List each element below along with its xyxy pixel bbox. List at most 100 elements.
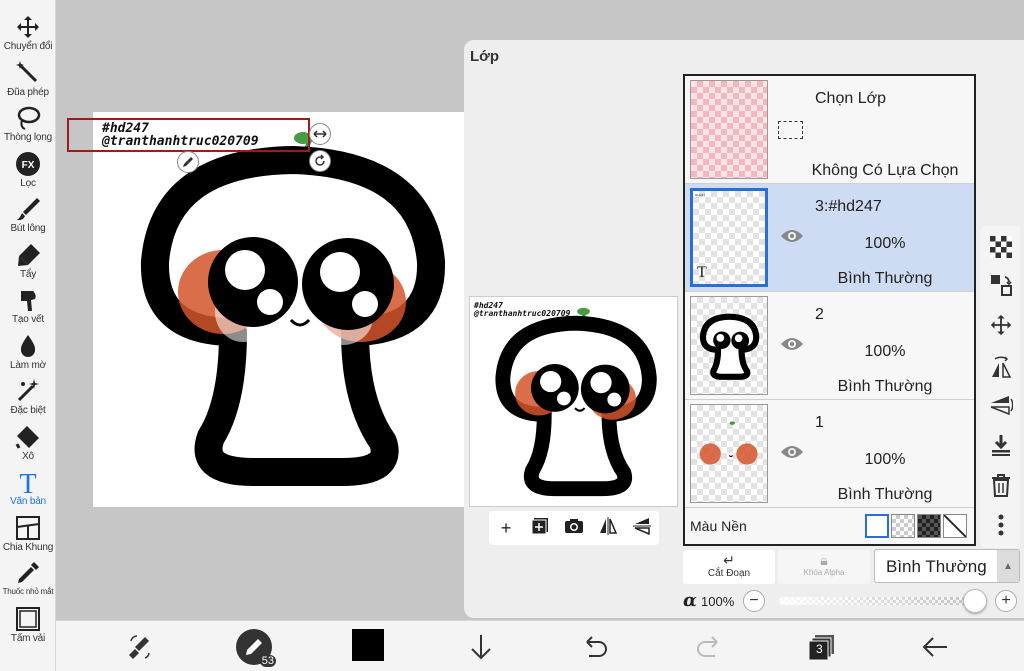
canvas-text-line-2[interactable]: @tranthanhtruc020709 xyxy=(102,134,259,149)
opacity-slider[interactable] xyxy=(779,597,975,605)
flip-horizontal-button[interactable] xyxy=(988,354,1014,380)
tool-label: Đũa phép xyxy=(7,87,49,98)
tool-label: Chuyển đổi xyxy=(3,41,53,52)
tool-smudge[interactable]: Tạo vết xyxy=(0,285,56,330)
layer-list: Chọn Lớp Không Có Lựa Chọn #hd247 T 3:#h… xyxy=(683,74,976,546)
tool-text[interactable]: T Văn bản xyxy=(0,467,56,512)
tool-canvas[interactable]: Tấm vải xyxy=(0,604,56,649)
tool-label: Tạo vết xyxy=(12,314,44,325)
brush-size-value: 53 xyxy=(259,655,276,667)
blur-drop-icon xyxy=(20,335,36,357)
resize-handle[interactable] xyxy=(309,123,331,145)
bg-white-swatch[interactable] xyxy=(865,514,889,538)
redo-icon xyxy=(697,636,718,657)
tool-filter[interactable]: FX Lọc xyxy=(0,149,56,194)
eraser-icon xyxy=(18,244,40,266)
layer-panel-title: Lớp xyxy=(470,48,499,65)
checker-icon xyxy=(990,236,1012,258)
bg-light-checker-swatch[interactable] xyxy=(891,514,915,538)
arrow-down-icon xyxy=(471,635,491,660)
brush-eraser-swap-icon xyxy=(129,635,150,659)
transparency-checker-button[interactable] xyxy=(988,234,1014,260)
alpha-symbol: α xyxy=(683,590,697,611)
layer-row-1[interactable]: 1 100% Bình Thường xyxy=(685,400,974,508)
layer-row-3[interactable]: #hd247 T 3:#hd247 100% Bình Thường xyxy=(685,184,974,292)
layers-button[interactable]: 3 xyxy=(805,630,839,664)
opacity-increase-button[interactable]: + xyxy=(995,590,1017,612)
opacity-decrease-button[interactable]: − xyxy=(743,590,765,612)
more-options-button[interactable] xyxy=(988,512,1014,538)
layer-name: 1 xyxy=(815,414,824,431)
tool-special[interactable]: Đặc biệt xyxy=(0,376,56,421)
tool-eyedropper[interactable]: Thuốc nhỏ mắt xyxy=(0,558,56,603)
opacity-slider-thumb[interactable] xyxy=(963,589,987,613)
flip-vertical-button[interactable] xyxy=(988,392,1014,418)
rotate-icon xyxy=(315,154,325,166)
merge-down-icon xyxy=(992,435,1010,456)
frame-divider-icon xyxy=(16,516,40,540)
merge-down-button[interactable] xyxy=(988,432,1014,458)
blend-mode-select[interactable]: Bình Thường ▲ xyxy=(874,549,1020,583)
layer-swap-button[interactable] xyxy=(988,272,1014,298)
bg-dark-checker-swatch[interactable] xyxy=(917,514,941,538)
opacity-row: α 100% − + xyxy=(683,588,1024,614)
layer-move-down-button[interactable] xyxy=(464,630,498,664)
tool-eraser[interactable]: Tẩy xyxy=(0,240,56,285)
mushroom-drawing xyxy=(140,127,446,486)
tool-bucket[interactable]: Xô xyxy=(0,422,56,467)
layer-3-thumbnail: #hd247 T xyxy=(690,188,768,287)
svg-text:T: T xyxy=(19,469,36,495)
clipping-button[interactable]: ↵ Cắt Đoạn xyxy=(683,550,775,584)
camera-icon[interactable] xyxy=(562,518,586,539)
tool-label: Bút lông xyxy=(10,223,46,234)
layer-3-thumb-text: #hd247 xyxy=(695,193,706,197)
brush-eraser-toggle-button[interactable] xyxy=(124,630,158,664)
tool-lasso[interactable]: Thòng lọng xyxy=(0,103,56,148)
tool-label: Đặc biệt xyxy=(10,405,46,416)
tool-transform[interactable]: Chuyển đổi xyxy=(0,12,56,57)
layer-row-2[interactable]: 2 100% Bình Thường xyxy=(685,292,974,400)
undo-button[interactable] xyxy=(578,630,612,664)
layer-opacity: 100% xyxy=(864,451,906,468)
more-vertical-icon xyxy=(998,514,1004,536)
brush-size-button[interactable]: 53 xyxy=(236,629,276,667)
delete-layer-button[interactable] xyxy=(988,472,1014,498)
layer-blend-mode: Bình Thường xyxy=(837,486,933,503)
layer-1-thumb-drawing xyxy=(699,421,758,465)
flip-vertical-icon xyxy=(990,396,1013,416)
back-button[interactable] xyxy=(918,630,952,664)
artboard[interactable] xyxy=(93,112,487,507)
move-icon xyxy=(17,16,39,38)
pencil-icon xyxy=(183,157,193,167)
canvas-icon xyxy=(16,607,40,631)
bg-none-swatch[interactable] xyxy=(943,514,967,538)
add-layer-icon[interactable]: + xyxy=(494,518,518,539)
swap-layers-icon xyxy=(991,275,1012,296)
selection-layer-row[interactable]: Chọn Lớp Không Có Lựa Chọn xyxy=(685,76,974,184)
clipping-label: Cắt Đoạn xyxy=(707,568,751,579)
tool-frame-divider[interactable]: Chia Khung xyxy=(0,513,56,558)
tool-magic-wand[interactable]: Đũa phép xyxy=(0,58,56,103)
flip-horizontal-icon[interactable] xyxy=(596,516,620,540)
background-color-row: Màu Nền xyxy=(683,508,976,546)
preview-toolbar: + xyxy=(489,511,659,545)
add-layer-copy-icon[interactable] xyxy=(528,517,552,540)
move-layer-button[interactable] xyxy=(988,312,1014,338)
opacity-value: 100% xyxy=(701,594,735,609)
text-icon: T xyxy=(19,469,36,495)
tool-blur[interactable]: Làm mờ xyxy=(0,331,56,376)
flip-vertical-icon[interactable] xyxy=(630,516,654,541)
color-swatch-button[interactable] xyxy=(352,629,384,661)
arrow-left-icon xyxy=(922,637,947,657)
text-layer-icon: T xyxy=(697,264,707,281)
edit-text-handle[interactable] xyxy=(177,151,199,173)
alpha-lock-button[interactable]: 🔒︎ Khóa Alpha xyxy=(778,550,870,584)
special-sparkle-icon xyxy=(17,379,39,402)
rotate-handle[interactable] xyxy=(309,150,331,172)
tool-brush[interactable]: Bút lông xyxy=(0,194,56,239)
layer-1-thumbnail xyxy=(690,404,768,503)
redo-button[interactable] xyxy=(692,630,726,664)
alpha-lock-label: Khóa Alpha xyxy=(803,568,845,577)
bucket-icon xyxy=(15,426,39,449)
plus-icon: + xyxy=(1001,592,1011,609)
